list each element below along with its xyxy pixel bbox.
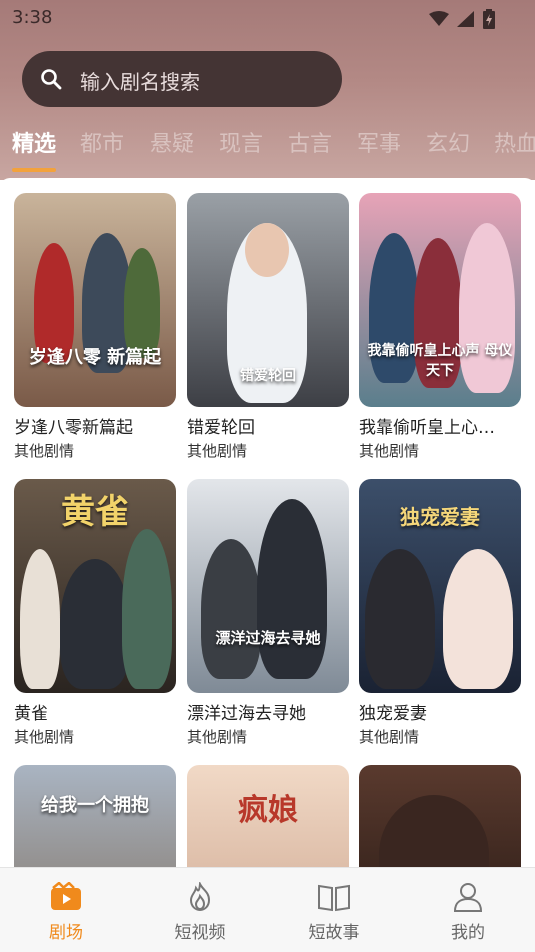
nav-short-video-label: 短视频 bbox=[174, 923, 226, 943]
tab-modern-romance[interactable]: 现言 bbox=[219, 126, 263, 158]
poster-overlay-title: 我靠偷听皇上心声 母仪天下 bbox=[367, 343, 513, 379]
tab-urban[interactable]: 都市 bbox=[80, 126, 124, 158]
nav-theater-label: 剧场 bbox=[49, 923, 83, 943]
tab-mystery[interactable]: 悬疑 bbox=[150, 126, 194, 158]
status-bar: 3:38 bbox=[0, 0, 535, 36]
theater-icon bbox=[51, 881, 81, 910]
drama-card[interactable] bbox=[359, 765, 521, 868]
bottom-navigation: 剧场 短视频 短故事 我的 bbox=[0, 867, 535, 952]
status-time: 3:38 bbox=[12, 7, 53, 28]
drama-category: 其他剧情 bbox=[14, 728, 75, 746]
drama-category: 其他剧情 bbox=[187, 442, 248, 460]
search-icon bbox=[41, 69, 62, 90]
profile-icon bbox=[453, 883, 483, 912]
drama-title: 错爱轮回 bbox=[187, 418, 255, 438]
poster-overlay-title: 黄雀 bbox=[61, 492, 129, 532]
battery-icon bbox=[483, 9, 495, 29]
tab-military[interactable]: 军事 bbox=[357, 126, 401, 158]
poster-image[interactable]: 错爱轮回 bbox=[187, 193, 349, 407]
drama-card[interactable]: 我靠偷听皇上心声 母仪天下 我靠偷听皇上心… 其他剧情 bbox=[359, 193, 521, 461]
drama-card[interactable]: 漂洋过海去寻她 漂洋过海去寻她 其他剧情 bbox=[187, 479, 349, 747]
poster-overlay-title: 漂洋过海去寻她 bbox=[215, 629, 321, 647]
drama-title: 黄雀 bbox=[14, 704, 48, 724]
drama-card[interactable]: 黄雀 黄雀 其他剧情 bbox=[14, 479, 176, 747]
poster-overlay-title: 给我一个拥抱 bbox=[41, 795, 149, 816]
poster-image[interactable]: 疯娘 bbox=[187, 765, 349, 868]
drama-title: 岁逢八零新篇起 bbox=[14, 418, 133, 438]
poster-overlay-title: 疯娘 bbox=[238, 793, 298, 828]
tab-action[interactable]: 热血 bbox=[494, 126, 535, 158]
drama-title: 我靠偷听皇上心… bbox=[359, 418, 495, 438]
drama-card[interactable]: 疯娘 bbox=[187, 765, 349, 868]
nav-short-story-label: 短故事 bbox=[308, 923, 360, 943]
category-tabs: 精选 都市 悬疑 现言 古言 军事 玄幻 热血 bbox=[0, 126, 535, 166]
poster-image[interactable] bbox=[359, 765, 521, 868]
drama-card[interactable]: 独宠爱妻 独宠爱妻 其他剧情 bbox=[359, 479, 521, 747]
drama-category: 其他剧情 bbox=[187, 728, 248, 746]
search-placeholder: 输入剧名搜索 bbox=[80, 70, 200, 94]
poster-image[interactable]: 独宠爱妻 bbox=[359, 479, 521, 693]
wifi-icon bbox=[429, 11, 449, 26]
flame-icon bbox=[189, 880, 211, 912]
drama-card[interactable]: 给我一个拥抱 bbox=[14, 765, 176, 868]
drama-category: 其他剧情 bbox=[14, 442, 75, 460]
poster-image[interactable]: 我靠偷听皇上心声 母仪天下 bbox=[359, 193, 521, 407]
tab-featured[interactable]: 精选 bbox=[12, 126, 56, 158]
poster-image[interactable]: 黄雀 bbox=[14, 479, 176, 693]
active-tab-indicator bbox=[12, 168, 56, 172]
drama-title: 漂洋过海去寻她 bbox=[187, 704, 306, 724]
search-bar[interactable]: 输入剧名搜索 bbox=[22, 51, 342, 107]
nav-short-video[interactable]: 短视频 bbox=[150, 880, 250, 943]
poster-overlay-title: 独宠爱妻 bbox=[400, 505, 480, 529]
tab-ancient-romance[interactable]: 古言 bbox=[288, 126, 332, 158]
drama-category: 其他剧情 bbox=[359, 728, 420, 746]
poster-image[interactable]: 给我一个拥抱 bbox=[14, 765, 176, 868]
signal-icon bbox=[457, 11, 474, 27]
drama-grid: 岁逢八零 新篇起 岁逢八零新篇起 其他剧情 错爱轮回 错爱轮回 其他剧情 我靠偷… bbox=[0, 178, 535, 868]
poster-image[interactable]: 漂洋过海去寻她 bbox=[187, 479, 349, 693]
nav-theater[interactable]: 剧场 bbox=[16, 881, 116, 943]
book-icon bbox=[318, 884, 350, 912]
tab-fantasy[interactable]: 玄幻 bbox=[426, 126, 470, 158]
poster-overlay-title: 错爱轮回 bbox=[240, 368, 296, 384]
drama-card[interactable]: 岁逢八零 新篇起 岁逢八零新篇起 其他剧情 bbox=[14, 193, 176, 461]
poster-image[interactable]: 岁逢八零 新篇起 bbox=[14, 193, 176, 407]
nav-profile[interactable]: 我的 bbox=[418, 882, 518, 943]
nav-short-story[interactable]: 短故事 bbox=[284, 882, 384, 943]
drama-title: 独宠爱妻 bbox=[359, 704, 427, 724]
nav-profile-label: 我的 bbox=[451, 923, 485, 943]
drama-card[interactable]: 错爱轮回 错爱轮回 其他剧情 bbox=[187, 193, 349, 461]
drama-category: 其他剧情 bbox=[359, 442, 420, 460]
poster-overlay-title: 岁逢八零 新篇起 bbox=[28, 347, 162, 368]
